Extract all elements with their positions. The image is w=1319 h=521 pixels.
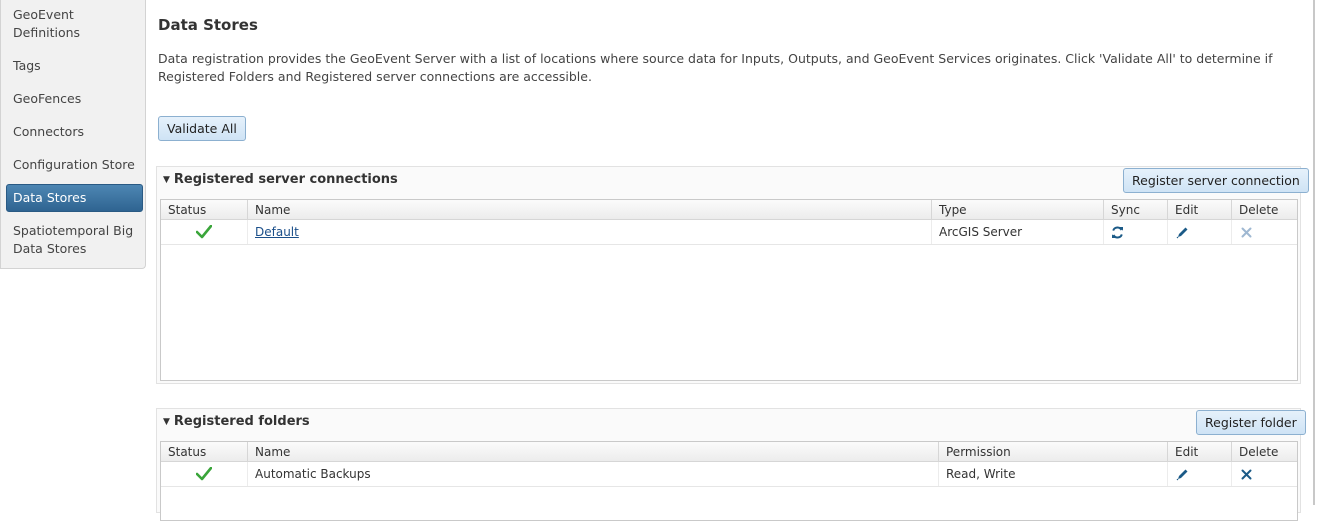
- sidebar-item-spatiotemporal-big-data-stores[interactable]: Spatiotemporal Big Data Stores: [6, 222, 143, 258]
- sidebar-nav: GeoEvent Definitions Tags GeoFences Conn…: [0, 0, 146, 269]
- content-border: [1313, 0, 1315, 505]
- column-header-type[interactable]: Type: [932, 200, 1104, 220]
- column-header-delete[interactable]: Delete: [1232, 200, 1298, 220]
- status-cell: [161, 462, 248, 486]
- sidebar-item-connectors[interactable]: Connectors: [6, 123, 143, 141]
- column-header-name[interactable]: Name: [248, 200, 932, 220]
- page-title: Data Stores: [158, 16, 258, 34]
- delete-x-icon[interactable]: [1241, 469, 1252, 480]
- server-connections-title-text: Registered server connections: [173, 172, 398, 187]
- sidebar-item-tags[interactable]: Tags: [6, 57, 143, 75]
- validate-all-button[interactable]: Validate All: [158, 116, 246, 141]
- delete-cell: [1232, 462, 1298, 486]
- folders-title-text: Registered folders: [173, 414, 310, 429]
- server-connections-table: Status Name Type Sync Edit Delete Defaul…: [160, 199, 1298, 381]
- sidebar-item-geoevent-definitions[interactable]: GeoEvent Definitions: [6, 6, 143, 42]
- sidebar-item-data-stores[interactable]: Data Stores: [6, 184, 143, 212]
- column-header-delete[interactable]: Delete: [1232, 442, 1298, 462]
- page-description: Data registration provides the GeoEvent …: [158, 51, 1273, 84]
- delete-cell: [1232, 220, 1298, 244]
- collapse-caret-icon[interactable]: ▼: [163, 175, 170, 185]
- folders-table: Status Name Permission Edit Delete Autom…: [160, 441, 1298, 521]
- column-header-name[interactable]: Name: [248, 442, 939, 462]
- edit-pencil-icon[interactable]: [1176, 468, 1189, 481]
- folders-header[interactable]: ▼ Registered folders: [157, 409, 1300, 437]
- sync-icon[interactable]: [1111, 226, 1124, 239]
- sidebar-item-configuration-store[interactable]: Configuration Store: [6, 156, 143, 174]
- edit-cell: [1168, 462, 1232, 486]
- edit-pencil-icon[interactable]: [1176, 226, 1189, 239]
- sync-cell: [1104, 220, 1168, 244]
- column-header-status[interactable]: Status: [161, 200, 248, 220]
- valid-check-icon: [196, 467, 212, 481]
- table-header: Status Name Permission Edit Delete: [161, 442, 1297, 462]
- connection-name-link[interactable]: Default: [255, 225, 299, 239]
- status-cell: [161, 220, 248, 244]
- sidebar-item-geofences[interactable]: GeoFences: [6, 90, 143, 108]
- name-cell: Default: [248, 220, 932, 244]
- delete-x-icon-disabled[interactable]: [1241, 227, 1252, 238]
- permission-cell: Read, Write: [939, 462, 1168, 486]
- server-connections-title[interactable]: ▼ Registered server connections: [163, 172, 398, 187]
- valid-check-icon: [196, 225, 212, 239]
- edit-cell: [1168, 220, 1232, 244]
- register-server-connection-button[interactable]: Register server connection: [1123, 168, 1309, 193]
- column-header-edit[interactable]: Edit: [1168, 442, 1232, 462]
- table-header: Status Name Type Sync Edit Delete: [161, 200, 1297, 220]
- name-cell: Automatic Backups: [248, 462, 939, 486]
- folders-section: ▼ Registered folders Register folder Stat…: [156, 408, 1306, 521]
- column-header-edit[interactable]: Edit: [1168, 200, 1232, 220]
- column-header-permission[interactable]: Permission: [939, 442, 1168, 462]
- register-folder-button[interactable]: Register folder: [1196, 410, 1306, 435]
- table-row[interactable]: Default ArcGIS Server: [161, 220, 1297, 245]
- folders-title[interactable]: ▼ Registered folders: [163, 414, 310, 429]
- column-header-sync[interactable]: Sync: [1104, 200, 1168, 220]
- type-cell: ArcGIS Server: [932, 220, 1104, 244]
- table-row[interactable]: Automatic Backups Read, Write: [161, 462, 1297, 487]
- column-header-status[interactable]: Status: [161, 442, 248, 462]
- server-connections-section: ▼ Registered server connections Register …: [156, 166, 1309, 384]
- collapse-caret-icon[interactable]: ▼: [163, 417, 170, 427]
